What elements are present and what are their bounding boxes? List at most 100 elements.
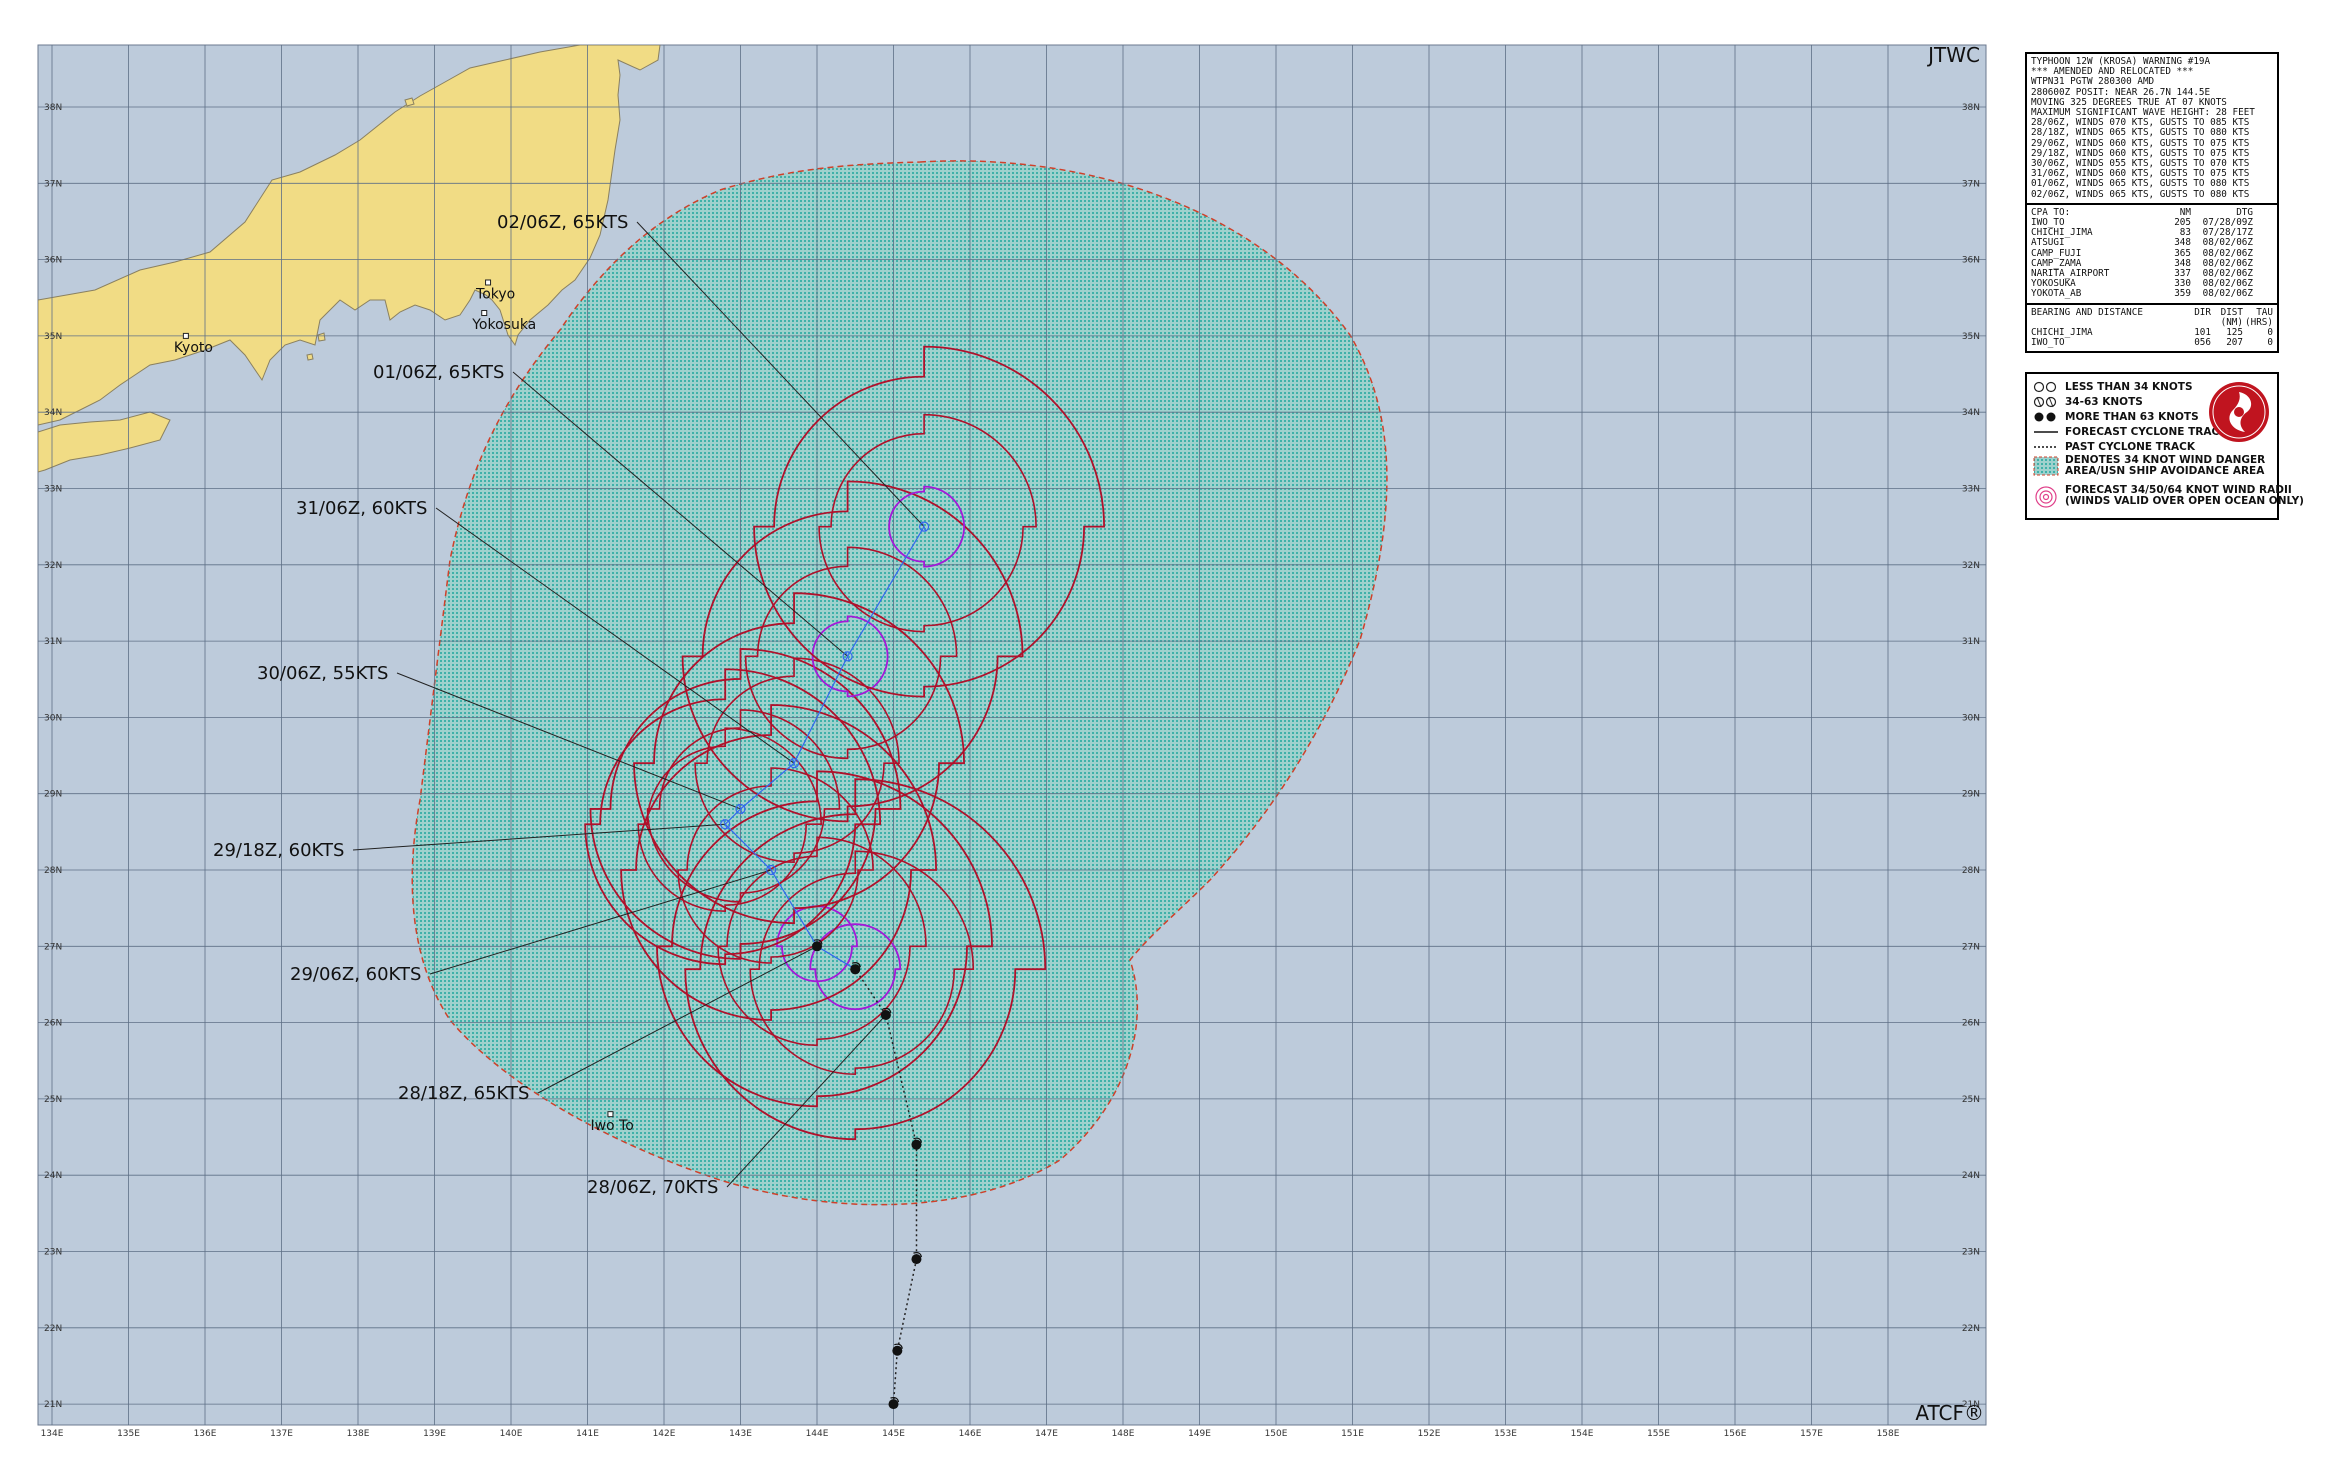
lat-tick-label-left: 32N: [44, 561, 62, 571]
lat-tick-label-right: 38N: [1962, 103, 1980, 113]
city-marker: [607, 1111, 614, 1118]
city-marker: [481, 310, 488, 317]
past-track-marker: [911, 1139, 922, 1150]
lat-tick-label-left: 24N: [44, 1171, 62, 1181]
cpa-row: YOKOTA_AB 359 08/02/06Z: [2031, 288, 2253, 300]
city-label: Iwo To: [590, 1118, 633, 1134]
lon-tick-label: 142E: [653, 1429, 676, 1439]
city-marker: [485, 279, 492, 286]
bearing-section: BEARING AND DISTANCE DIR DIST TAU (NM) (HRS)…: [2027, 302, 2277, 352]
city-label: Yokosuka: [471, 317, 536, 333]
forecast-track-marker: [850, 964, 861, 975]
lon-tick-label: 144E: [806, 1429, 829, 1439]
lat-tick-label-right: 28N: [1962, 866, 1980, 876]
lon-tick-label: 149E: [1188, 1429, 1211, 1439]
legend-forecast-track: FORECAST CYCLONE TRACK: [2034, 425, 2228, 438]
lat-tick-label-left: 21N: [44, 1400, 62, 1410]
lon-tick-label: 158E: [1877, 1429, 1900, 1439]
lon-tick-label: 146E: [959, 1429, 982, 1439]
legend-wind-radii: FORECAST 34/50/64 KNOT WIND RADII (WINDS …: [2033, 485, 2304, 509]
forecast-label: 02/06Z, 65KTS: [497, 212, 628, 233]
city-label: Kyoto: [174, 340, 213, 356]
lat-tick-label-left: 35N: [44, 332, 62, 342]
legend-less-than-34: LESS THAN 34 KNOTS: [2033, 380, 2193, 394]
lat-tick-label-right: 33N: [1962, 485, 1980, 495]
lon-tick-label: 134E: [41, 1429, 64, 1439]
forecast-label: 30/06Z, 55KTS: [257, 663, 388, 684]
lon-tick-label: 139E: [423, 1429, 446, 1439]
jtwc-seal-icon: [2209, 382, 2269, 442]
lat-tick-label-left: 31N: [44, 637, 62, 647]
lon-tick-label: 143E: [729, 1429, 752, 1439]
lon-tick-label: 152E: [1418, 1429, 1441, 1439]
lon-tick-label: 156E: [1724, 1429, 1747, 1439]
lon-tick-label: 135E: [117, 1429, 140, 1439]
lon-tick-label: 136E: [194, 1429, 217, 1439]
atcf-label: ATCF®: [1915, 1401, 1984, 1425]
legend-34-63: 34-63 KNOTS: [2033, 395, 2143, 409]
lat-tick-label-right: 34N: [1962, 408, 1980, 418]
lon-tick-label: 154E: [1571, 1429, 1594, 1439]
lat-tick-label-right: 29N: [1962, 790, 1980, 800]
lat-tick-label-left: 27N: [44, 942, 62, 952]
cpa-section: CPA TO: NM DTG IWO_TO 205 07/28/09Z CHICHI_JI…: [2027, 202, 2277, 303]
past-track-marker: [911, 1254, 922, 1265]
lat-tick-label-left: 29N: [44, 790, 62, 800]
lat-tick-label-left: 36N: [44, 256, 62, 266]
lat-tick-label-right: 27N: [1962, 942, 1980, 952]
lat-tick-label-left: 37N: [44, 179, 62, 189]
lat-tick-label-right: 32N: [1962, 561, 1980, 571]
lat-tick-label-left: 34N: [44, 408, 62, 418]
lat-tick-label-right: 23N: [1962, 1248, 1980, 1258]
city-label: Tokyo: [475, 286, 515, 302]
lat-tick-label-right: 22N: [1962, 1324, 1980, 1334]
forecast-label: 29/18Z, 60KTS: [213, 840, 344, 861]
lon-tick-label: 150E: [1265, 1429, 1288, 1439]
bearing-row: IWO_TO 056 207 0: [2031, 337, 2273, 349]
map-legend: LESS THAN 34 KNOTS 34-63 KNOTS MORE THAN…: [2025, 372, 2304, 520]
lon-tick-label: 147E: [1035, 1429, 1058, 1439]
forecast-label: 31/06Z, 60KTS: [296, 498, 427, 519]
forecast-label: 28/06Z, 70KTS: [587, 1177, 718, 1198]
lon-tick-label: 157E: [1800, 1429, 1823, 1439]
legend-past-track: PAST CYCLONE TRACK: [2034, 440, 2195, 453]
warning-header: TYPHOON 12W (KROSA) WARNING #19A *** AMEN…: [2027, 54, 2277, 203]
lat-tick-label-left: 30N: [44, 713, 62, 723]
lat-tick-label-left: 33N: [44, 485, 62, 495]
lat-tick-label-right: 26N: [1962, 1019, 1980, 1029]
lat-tick-label-right: 24N: [1962, 1171, 1980, 1181]
warning-info-box: TYPHOON 12W (KROSA) WARNING #19A *** AMEN…: [2025, 52, 2279, 354]
lon-tick-label: 153E: [1494, 1429, 1517, 1439]
past-track-marker: [880, 1009, 891, 1020]
lat-tick-label-right: 36N: [1962, 256, 1980, 266]
lat-tick-label-right: 30N: [1962, 713, 1980, 723]
lon-tick-label: 151E: [1341, 1429, 1364, 1439]
tropical-cyclone-warning-map: Kyoto Tokyo Yokosuka Iwo To 134E 135E 136E 137…: [37, 43, 1987, 1439]
forecast-label: 29/06Z, 60KTS: [290, 964, 421, 985]
lon-tick-label: 140E: [500, 1429, 523, 1439]
lat-tick-label-left: 38N: [44, 103, 62, 113]
lon-tick-label: 145E: [882, 1429, 905, 1439]
forecast-label: 01/06Z, 65KTS: [373, 362, 504, 383]
lat-tick-label-left: 26N: [44, 1019, 62, 1029]
lat-tick-label-right: 31N: [1962, 637, 1980, 647]
lat-tick-label-left: 28N: [44, 866, 62, 876]
forecast-label: 28/18Z, 65KTS: [398, 1083, 529, 1104]
forecast-track-marker: [812, 941, 822, 952]
lat-tick-label-right: 37N: [1962, 179, 1980, 189]
lat-tick-label-left: 23N: [44, 1248, 62, 1258]
lat-tick-label-right: 35N: [1962, 332, 1980, 342]
lon-tick-label: 138E: [347, 1429, 370, 1439]
lon-tick-label: 137E: [270, 1429, 293, 1439]
past-track-marker: [888, 1399, 899, 1410]
past-track-marker: [892, 1345, 903, 1356]
lat-tick-label-left: 25N: [44, 1095, 62, 1105]
warning-header-line: 02/06Z, WINDS 065 KTS, GUSTS TO 080 KTS: [2031, 188, 2250, 200]
lon-tick-label: 141E: [576, 1429, 599, 1439]
lon-tick-label: 155E: [1647, 1429, 1670, 1439]
legend-more-than-63: MORE THAN 63 KNOTS: [2033, 410, 2199, 424]
jtwc-label: JTWC: [1926, 43, 1980, 67]
lon-tick-label: 148E: [1112, 1429, 1135, 1439]
city-marker: [182, 332, 189, 339]
legend-danger-area: DENOTES 34 KNOT WIND DANGER AREA/USN SHIP…: [2033, 455, 2265, 477]
